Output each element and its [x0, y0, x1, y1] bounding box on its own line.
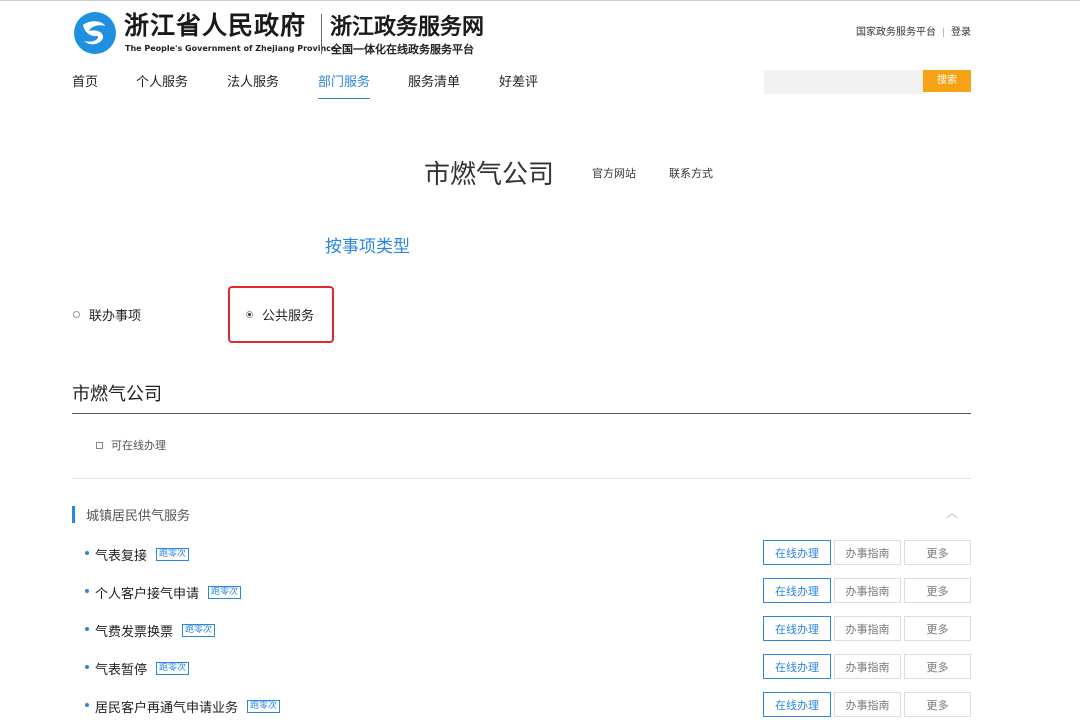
zero-trip-badge: 跑零次	[247, 700, 281, 713]
group-title: 城镇居民供气服务	[86, 509, 191, 524]
chevron-up-icon[interactable]: ︿	[946, 504, 958, 521]
bullet-icon	[85, 589, 89, 593]
online-handle-button[interactable]: 在线办理	[763, 578, 831, 603]
category-type-tab[interactable]: 按事项类型	[325, 232, 410, 257]
online-handle-button[interactable]: 在线办理	[763, 692, 831, 717]
service-row: 居民客户再通气申请业务 跑零次 在线办理 办事指南 更多	[0, 692, 1080, 719]
top-link-divider	[943, 27, 944, 37]
guide-button[interactable]: 办事指南	[834, 540, 901, 565]
radio-label: 联办事项	[89, 309, 142, 324]
top-links: 国家政务服务平台 登录	[856, 23, 971, 38]
zero-trip-badge: 跑零次	[182, 624, 216, 637]
gov-name-en: The People's Government of Zhejiang Prov…	[125, 44, 337, 53]
bullet-icon	[85, 627, 89, 631]
nav-item-department[interactable]: 部门服务	[318, 71, 371, 99]
guide-button[interactable]: 办事指南	[834, 616, 901, 641]
zhejiang-logo-icon[interactable]	[72, 10, 118, 56]
national-platform-link[interactable]: 国家政务服务平台	[856, 27, 936, 38]
online-handle-button[interactable]: 在线办理	[763, 616, 831, 641]
highlight-annotation-box	[228, 286, 334, 343]
radio-indicator	[73, 311, 80, 318]
online-handle-button[interactable]: 在线办理	[763, 540, 831, 565]
more-button[interactable]: 更多	[904, 578, 971, 603]
more-button[interactable]: 更多	[904, 540, 971, 565]
bullet-icon	[85, 703, 89, 707]
more-button[interactable]: 更多	[904, 616, 971, 641]
search-button[interactable]: 搜索	[923, 70, 971, 92]
section-divider	[72, 413, 971, 414]
zero-trip-badge: 跑零次	[208, 586, 242, 599]
guide-button[interactable]: 办事指南	[834, 578, 901, 603]
logo-divider	[321, 14, 322, 54]
radio-joint-items[interactable]: 联办事项	[73, 305, 141, 324]
service-row: 气表复接 跑零次 在线办理 办事指南 更多	[0, 540, 1080, 567]
more-button[interactable]: 更多	[904, 654, 971, 679]
nav-item-service-list[interactable]: 服务清单	[408, 71, 460, 90]
more-button[interactable]: 更多	[904, 692, 971, 717]
service-name[interactable]: 居民客户再通气申请业务	[95, 697, 238, 716]
gov-name-cn: 浙江省人民政府	[124, 11, 307, 40]
filter-divider	[72, 478, 971, 479]
bullet-icon	[85, 665, 89, 669]
nav-item-home[interactable]: 首页	[72, 71, 98, 90]
guide-button[interactable]: 办事指南	[834, 654, 901, 679]
service-row: 气表暂停 跑零次 在线办理 办事指南 更多	[0, 654, 1080, 681]
checkbox-icon	[96, 441, 103, 449]
official-site-link[interactable]: 官方网站	[592, 165, 636, 181]
online-handle-button[interactable]: 在线办理	[763, 654, 831, 679]
guide-button[interactable]: 办事指南	[834, 692, 901, 717]
contact-link[interactable]: 联系方式	[669, 165, 713, 181]
group-accent-bar	[72, 506, 75, 523]
service-site-subtitle: 全国一体化在线政务服务平台	[331, 43, 474, 56]
online-filter-checkbox[interactable]: 可在线办理	[96, 437, 166, 453]
service-row: 气费发票换票 跑零次 在线办理 办事指南 更多	[0, 616, 1080, 643]
nav-item-personal[interactable]: 个人服务	[136, 71, 188, 90]
zero-trip-badge: 跑零次	[156, 548, 190, 561]
service-name[interactable]: 气费发票换票	[95, 621, 173, 640]
service-row: 个人客户接气申请 跑零次 在线办理 办事指南 更多	[0, 578, 1080, 605]
checkbox-label: 可在线办理	[111, 439, 166, 452]
zero-trip-badge: 跑零次	[156, 662, 190, 675]
department-title: 市燃气公司	[424, 160, 555, 190]
nav-item-legal[interactable]: 法人服务	[227, 71, 279, 90]
login-link[interactable]: 登录	[951, 27, 971, 38]
section-title: 市燃气公司	[72, 384, 162, 405]
search-input[interactable]	[764, 70, 927, 94]
service-site-name[interactable]: 浙江政务服务网	[330, 9, 484, 41]
service-name[interactable]: 个人客户接气申请	[95, 583, 199, 602]
service-name[interactable]: 气表复接	[95, 545, 147, 564]
top-border	[0, 0, 1080, 1]
bullet-icon	[85, 551, 89, 555]
nav-item-rating[interactable]: 好差评	[499, 71, 538, 90]
service-name[interactable]: 气表暂停	[95, 659, 147, 678]
